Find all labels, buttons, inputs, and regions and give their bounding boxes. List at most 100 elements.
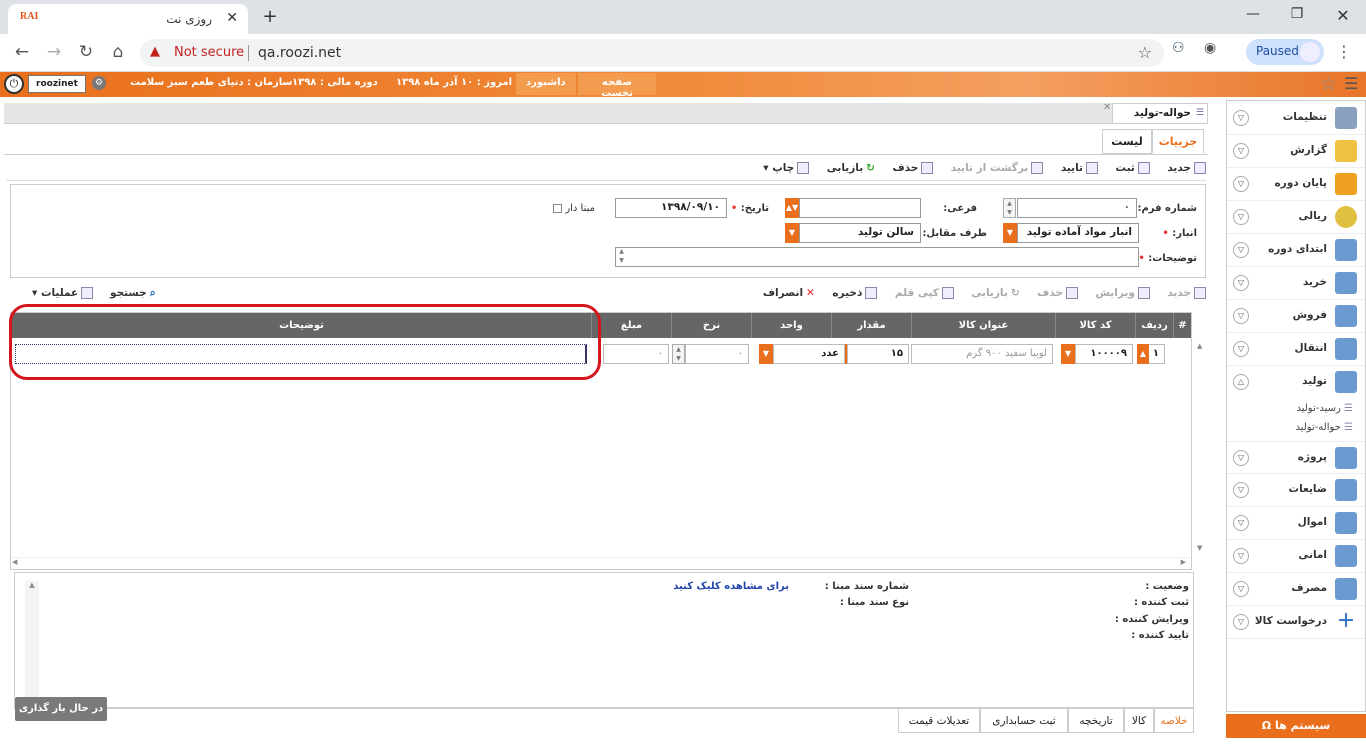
search-button[interactable]: ⌕جستجو: [110, 287, 156, 300]
hamburger-menu-icon[interactable]: ☰: [1344, 74, 1358, 93]
tab-price-adjustments[interactable]: تعدیلات قیمت: [898, 709, 980, 733]
browser-menu-icon[interactable]: ⋮: [1336, 42, 1352, 61]
extension-icon[interactable]: ⚇: [1172, 40, 1185, 56]
systems-button[interactable]: سیستم ها Ω: [1226, 714, 1366, 738]
refresh-button[interactable]: ↻بازیابی: [827, 162, 875, 174]
sidebar-item-assets[interactable]: اموال ▽: [1227, 507, 1365, 540]
grid-edit-button[interactable]: ویرایش: [1095, 287, 1150, 299]
close-page-tab-icon[interactable]: ✕: [1103, 102, 1111, 113]
page-tab-strip: [4, 103, 1208, 124]
sidebar-subitem-production-issue[interactable]: ☰ حواله-تولید: [1295, 422, 1353, 433]
sidebar-subitem-production-receipt[interactable]: ☰ رسید-تولید: [1296, 403, 1353, 414]
description-scroll[interactable]: ▲ ▼: [615, 247, 628, 267]
not-secure-label[interactable]: Not secure: [174, 45, 244, 60]
grid-save-button[interactable]: ذخیره: [832, 287, 878, 299]
cell-code[interactable]: ۱۰۰۰۰۹: [1075, 344, 1133, 364]
new-tab-button[interactable]: +: [258, 6, 282, 30]
cell-qty[interactable]: ۱۵: [847, 344, 909, 364]
sub-number-input[interactable]: [799, 198, 921, 218]
print-button[interactable]: چاپ ▾: [763, 162, 810, 174]
unit-dropdown-icon[interactable]: ▼: [759, 344, 773, 364]
sidebar-item-transfer[interactable]: انتقال ▽: [1227, 333, 1365, 366]
omnibox[interactable]: ▲ Not secure qa.roozi.net ☆: [140, 39, 1164, 67]
extension-eye-icon[interactable]: ◉: [1204, 40, 1216, 56]
save-button[interactable]: ثبت: [1116, 162, 1150, 174]
cell-unit[interactable]: عدد: [773, 344, 845, 364]
code-dropdown-icon[interactable]: ▼: [1061, 344, 1075, 364]
edit-icon: [1137, 287, 1150, 299]
fiscal-info: دوره مالی : ۱۳۹۸: [292, 77, 378, 88]
sidebar-item-report[interactable]: گزارش ▽: [1227, 135, 1365, 168]
sidebar-item-period-start[interactable]: ابتدای دوره ▽: [1227, 234, 1365, 267]
tab-list[interactable]: لیست: [1102, 129, 1152, 154]
restore-icon[interactable]: ❐: [1282, 6, 1312, 22]
counterparty-dropdown-icon[interactable]: ▼: [785, 223, 799, 243]
profile-button[interactable]: Paused: [1246, 39, 1324, 65]
grid-refresh-button[interactable]: ↻بازیابی: [971, 287, 1019, 299]
home-icon[interactable]: ⌂: [106, 42, 130, 62]
form-number-input[interactable]: ۰: [1017, 198, 1137, 218]
grid-delete-button[interactable]: حذف: [1037, 287, 1078, 299]
sidebar-item-sale[interactable]: فروش ▽: [1227, 300, 1365, 333]
grid-new-button[interactable]: جدید: [1167, 287, 1206, 299]
date-input[interactable]: ۱۳۹۸/۰۹/۱۰: [615, 198, 727, 218]
counterparty-select[interactable]: سالن تولید: [799, 223, 921, 243]
browser-tab[interactable]: RAI روزی نت ✕: [8, 4, 248, 34]
summary-scrollbar[interactable]: ▲: [25, 581, 39, 699]
tab-accounting[interactable]: ثبت حسابداری: [980, 709, 1068, 733]
tab-summary[interactable]: خلاصه: [1154, 709, 1194, 733]
sidebar-item-consumption[interactable]: مصرف ▽: [1227, 573, 1365, 606]
close-window-icon[interactable]: ✕: [1328, 6, 1358, 25]
sidebar-item-production[interactable]: تولید △: [1227, 366, 1365, 399]
home-page-button[interactable]: صفحه نخست: [578, 73, 656, 99]
dashboard-button[interactable]: داشبورد: [516, 73, 576, 95]
bookmark-star-icon[interactable]: ☆: [1138, 43, 1152, 62]
minimize-icon[interactable]: —: [1238, 6, 1268, 22]
back-icon[interactable]: ←: [10, 42, 34, 62]
description-input[interactable]: [615, 247, 1139, 267]
has-base-checkbox[interactable]: [553, 203, 563, 213]
copy-item-button[interactable]: کپی قلم: [895, 287, 954, 299]
unapprove-button[interactable]: برگشت از تایید: [951, 162, 1044, 174]
page-tab-production-issue[interactable]: حواله-تولید ☰ ✕: [1103, 102, 1208, 123]
tab-title: روزی نت: [166, 12, 212, 26]
warehouse-dropdown-icon[interactable]: ▼: [1003, 223, 1017, 243]
close-tab-icon[interactable]: ✕: [226, 10, 238, 26]
has-base-checkbox-label[interactable]: مبنا دار: [553, 203, 595, 214]
tab-details[interactable]: جزییات: [1152, 129, 1204, 154]
tab-history[interactable]: تاریخچه: [1068, 709, 1124, 733]
reload-icon[interactable]: ↻: [74, 42, 98, 62]
sidebar-item-waste[interactable]: ضایعات ▽: [1227, 474, 1365, 507]
view-base-doc-link[interactable]: برای مشاهده کلیک کنید: [673, 581, 789, 592]
sidebar-item-trust[interactable]: امانی ▽: [1227, 540, 1365, 573]
gear-icon[interactable]: ⚙: [92, 76, 106, 90]
operations-button[interactable]: عملیات ▾: [32, 287, 94, 299]
today-info: امروز : ۱۰ آذر ماه ۱۳۹۸: [396, 77, 513, 88]
new-button[interactable]: جدید: [1167, 162, 1206, 174]
grid-horizontal-scrollbar[interactable]: ◀ ▶: [12, 557, 1190, 567]
sub-number-stepper[interactable]: ▲▼: [785, 198, 799, 218]
favorites-star-icon[interactable]: ☆: [1320, 73, 1337, 95]
sidebar-item-period-end[interactable]: پایان دوره ▽: [1227, 168, 1365, 201]
cell-title[interactable]: لوبیا سفید ۹۰۰ گرم: [911, 344, 1053, 364]
tab-goods[interactable]: کالا: [1124, 709, 1154, 733]
warehouse-select[interactable]: انبار مواد آماده تولید: [1017, 223, 1139, 243]
forward-icon[interactable]: →: [42, 42, 66, 62]
cell-rate[interactable]: ۰: [685, 344, 749, 364]
sidebar-item-purchase[interactable]: خرید ▽: [1227, 267, 1365, 300]
username-field[interactable]: roozinet: [28, 75, 86, 93]
grid-vertical-scrollbar[interactable]: ▲ ▼: [1195, 312, 1207, 570]
sidebar-item-goods-request[interactable]: + درخواست کالا ▽: [1227, 606, 1365, 639]
form-number-stepper[interactable]: ▲ ▼: [1003, 198, 1016, 218]
row-stepper-icon[interactable]: ▲: [1137, 344, 1149, 364]
sidebar-item-settings[interactable]: تنظیمات ▽: [1227, 102, 1365, 135]
rate-stepper[interactable]: ▲ ▼: [672, 344, 685, 364]
cell-amount[interactable]: ۰: [603, 344, 669, 364]
grid-cancel-button[interactable]: ✕انصراف: [763, 287, 815, 299]
power-icon[interactable]: ⏻: [4, 74, 24, 94]
url-text[interactable]: qa.roozi.net: [258, 45, 341, 61]
sidebar-item-rial[interactable]: ریالی ▽: [1227, 201, 1365, 234]
delete-button[interactable]: حذف: [892, 162, 934, 174]
approve-button[interactable]: تایید: [1061, 162, 1098, 174]
sidebar-item-project[interactable]: پروژه ▽: [1227, 441, 1365, 474]
